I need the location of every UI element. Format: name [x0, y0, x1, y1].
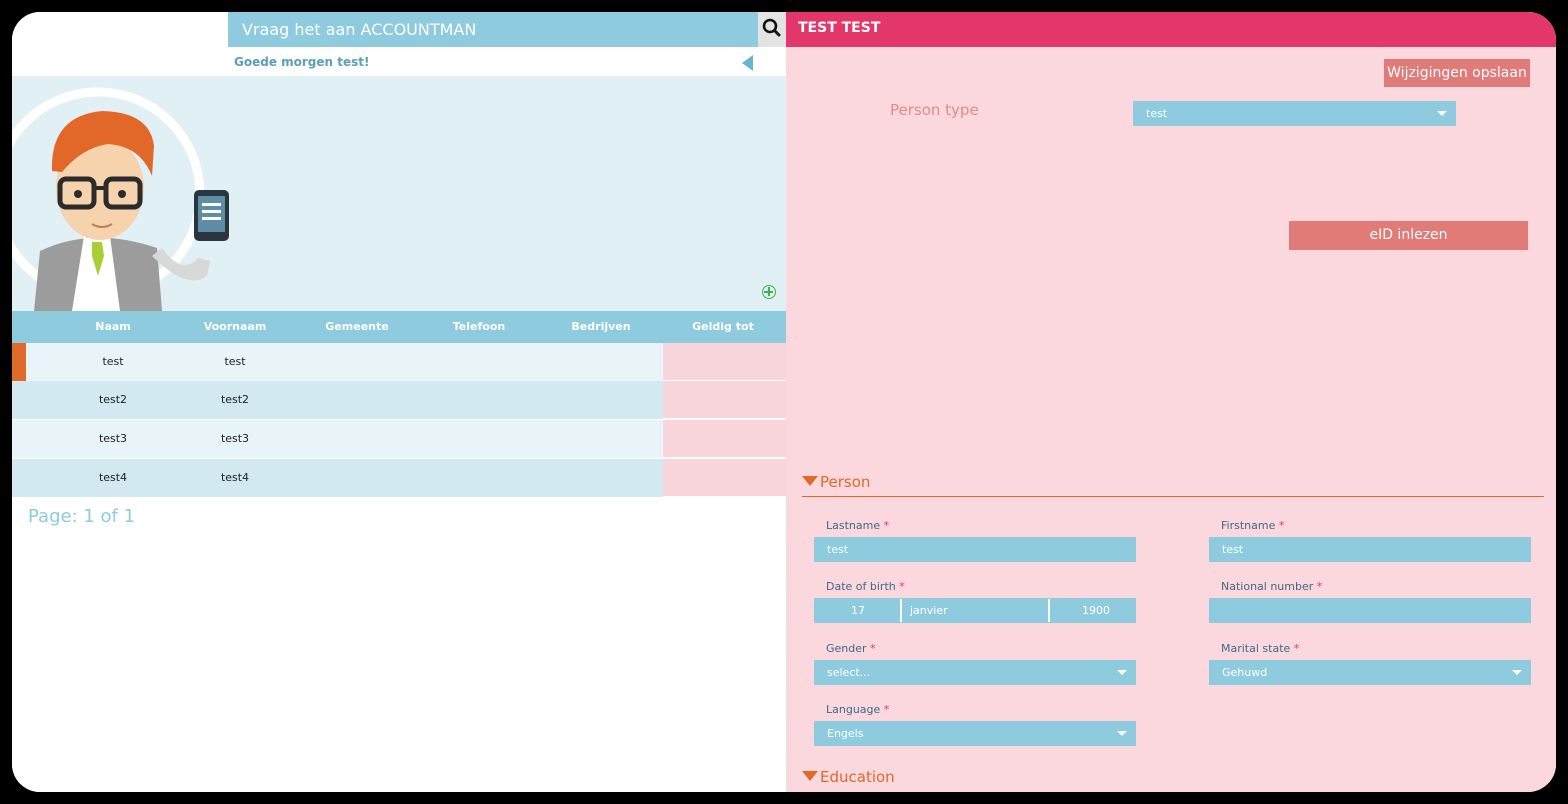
chevron-down-icon — [1437, 111, 1447, 116]
firstname-field[interactable]: test — [1209, 537, 1531, 562]
cell-voornaam: test3 — [220, 432, 250, 445]
table-row[interactable]: test4 test4 — [12, 459, 786, 497]
section-toggle-education[interactable]: Education — [802, 768, 895, 786]
table-header: Naam Voornaam Gemeente Telefoon Bedrijve… — [12, 311, 786, 343]
cell-geldig-tot — [663, 343, 786, 381]
lastname-field[interactable]: test — [814, 537, 1136, 562]
caret-down-icon — [802, 476, 818, 486]
column-header-geldig-tot[interactable]: Geldig tot — [662, 311, 784, 343]
person-type-select[interactable]: test — [1133, 101, 1456, 126]
cell-voornaam: test2 — [220, 393, 250, 406]
section-divider — [802, 496, 1544, 497]
required-marker: * — [1293, 642, 1300, 655]
divider — [900, 599, 902, 622]
national-number-label-text: National number — [1221, 580, 1314, 593]
app-window: Vraag het aan ACCOUNTMAN Goede morgen te… — [12, 12, 1556, 792]
save-changes-button[interactable]: Wijzigingen opslaan — [1384, 59, 1530, 87]
chevron-down-icon — [1117, 731, 1127, 736]
marital-state-label-text: Marital state — [1221, 642, 1291, 655]
column-header-naam[interactable]: Naam — [52, 311, 174, 343]
firstname-label-text: Firstname — [1221, 519, 1276, 532]
read-eid-button[interactable]: eID inlezen — [1289, 221, 1528, 250]
gender-label-text: Gender — [826, 642, 867, 655]
language-value: Engels — [827, 727, 864, 740]
accountman-avatar-illustration — [12, 87, 229, 311]
dob-label-text: Date of birth — [826, 580, 896, 593]
cell-naam: test2 — [98, 393, 128, 406]
cell-naam: test — [102, 355, 124, 368]
dob-label: Date of birth * — [826, 580, 905, 593]
date-of-birth-field: 17 janvier 1900 — [814, 598, 1136, 623]
table-row[interactable]: test test — [12, 343, 786, 381]
language-label: Language * — [826, 703, 889, 716]
divider — [1048, 599, 1050, 622]
gender-value: select... — [827, 666, 871, 679]
marital-state-select[interactable]: Gehuwd — [1209, 660, 1531, 685]
required-marker: * — [1278, 519, 1285, 532]
chevron-down-icon — [1117, 670, 1127, 675]
lastname-label: Lastname * — [826, 519, 889, 532]
language-label-text: Language — [826, 703, 881, 716]
detail-title: TEST TEST — [786, 12, 1556, 47]
pagination-text: Page: 1 of 1 — [28, 506, 136, 527]
column-header-bedrijven[interactable]: Bedrijven — [540, 311, 662, 343]
national-number-label: National number * — [1221, 580, 1322, 593]
section-title-education: Education — [820, 768, 895, 786]
add-circle-icon[interactable] — [762, 285, 776, 299]
column-header-telefoon[interactable]: Telefoon — [418, 311, 540, 343]
firstname-label: Firstname * — [1221, 519, 1284, 532]
gender-select[interactable]: select... — [814, 660, 1136, 685]
language-select[interactable]: Engels — [814, 721, 1136, 746]
cell-geldig-tot — [663, 381, 786, 419]
left-pane: Vraag het aan ACCOUNTMAN Goede morgen te… — [12, 12, 786, 792]
national-number-field[interactable] — [1209, 598, 1531, 623]
section-title-person: Person — [820, 473, 871, 491]
search-input[interactable]: Vraag het aan ACCOUNTMAN — [228, 12, 758, 47]
section-toggle-person[interactable]: Person — [802, 473, 870, 491]
cell-geldig-tot — [663, 420, 786, 458]
person-type-label: Person type — [890, 101, 979, 119]
required-marker: * — [1316, 580, 1323, 593]
selected-row-marker — [12, 343, 26, 381]
cell-naam: test4 — [98, 471, 128, 484]
greeting-text: Goede morgen test! — [234, 55, 370, 69]
required-marker: * — [883, 703, 890, 716]
chevron-down-icon — [1512, 670, 1522, 675]
lastname-label-text: Lastname — [826, 519, 881, 532]
person-type-value: test — [1146, 107, 1168, 120]
dob-day-input[interactable]: 17 — [851, 598, 865, 623]
required-marker: * — [883, 519, 890, 532]
table-row[interactable]: test2 test2 — [12, 381, 786, 419]
search-button[interactable] — [758, 12, 786, 47]
column-header-gemeente[interactable]: Gemeente — [296, 311, 418, 343]
avatar-banner — [12, 76, 786, 311]
cell-geldig-tot — [663, 459, 786, 497]
collapse-arrow-icon[interactable] — [742, 55, 753, 71]
cell-voornaam: test — [224, 355, 246, 368]
marital-state-label: Marital state * — [1221, 642, 1299, 655]
table-row[interactable]: test3 test3 — [12, 420, 786, 458]
dob-month-select[interactable]: janvier — [910, 598, 948, 623]
cell-naam: test3 — [98, 432, 128, 445]
cell-voornaam: test4 — [220, 471, 250, 484]
column-header-voornaam[interactable]: Voornaam — [174, 311, 296, 343]
dob-year-input[interactable]: 1900 — [1082, 598, 1110, 623]
marital-state-value: Gehuwd — [1222, 666, 1268, 679]
required-marker: * — [870, 642, 876, 655]
detail-pane: TEST TEST Wijzigingen opslaan Person typ… — [786, 12, 1556, 792]
gender-label: Gender * — [826, 642, 876, 655]
caret-down-icon — [802, 771, 818, 781]
required-marker: * — [899, 580, 905, 593]
search-icon — [762, 18, 781, 37]
